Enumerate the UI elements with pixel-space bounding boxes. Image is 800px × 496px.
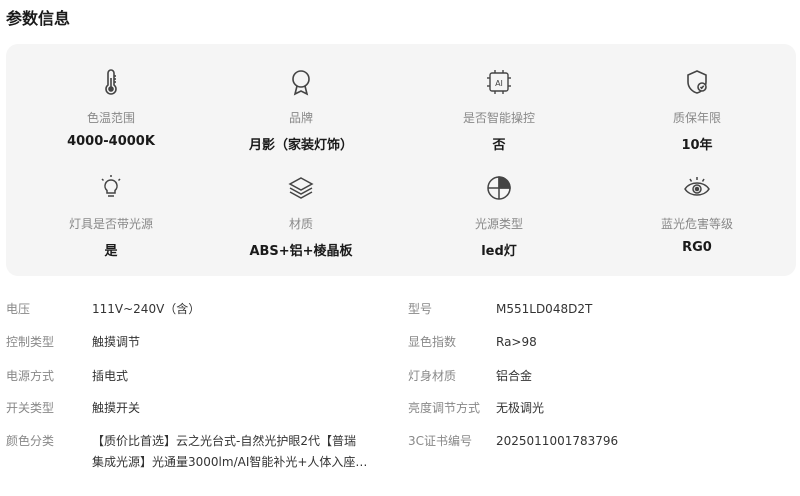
spec-value: 触摸调节 (92, 335, 141, 349)
spec-key: 亮度调节方式 (408, 401, 481, 415)
spec-value: 111V~240V（含） (92, 302, 201, 316)
spec-value: 触摸开关 (92, 401, 141, 415)
spec-key: 显色指数 (408, 335, 457, 349)
spec-key: 灯身材质 (408, 369, 457, 383)
spec-value-line1: 【质价比首选】云之光台式-自然光护眼2代【普瑞 (92, 434, 356, 448)
spec-key: 电压 (6, 302, 31, 316)
spec-value: 无极调光 (496, 401, 545, 415)
spec-key: 颜色分类 (6, 434, 55, 448)
spec-value: 插电式 (92, 369, 129, 383)
spec-value: 2025011001783796 (496, 434, 619, 448)
spec-key: 开关类型 (6, 401, 55, 415)
spec-table: 电压 111V~240V（含） 型号 M551LD048D2T 控制类型 触摸调… (0, 0, 800, 496)
spec-value: M551LD048D2T (496, 302, 593, 316)
spec-key: 电源方式 (6, 369, 55, 383)
spec-key: 型号 (408, 302, 433, 316)
spec-value-line2: 集成光源】光通量3000lm/AI智能补光+人体入座… (92, 455, 368, 469)
spec-value: Ra>98 (496, 335, 537, 349)
spec-value: 铝合金 (496, 369, 533, 383)
spec-key: 控制类型 (6, 335, 55, 349)
spec-key: 3C证书编号 (408, 434, 473, 448)
